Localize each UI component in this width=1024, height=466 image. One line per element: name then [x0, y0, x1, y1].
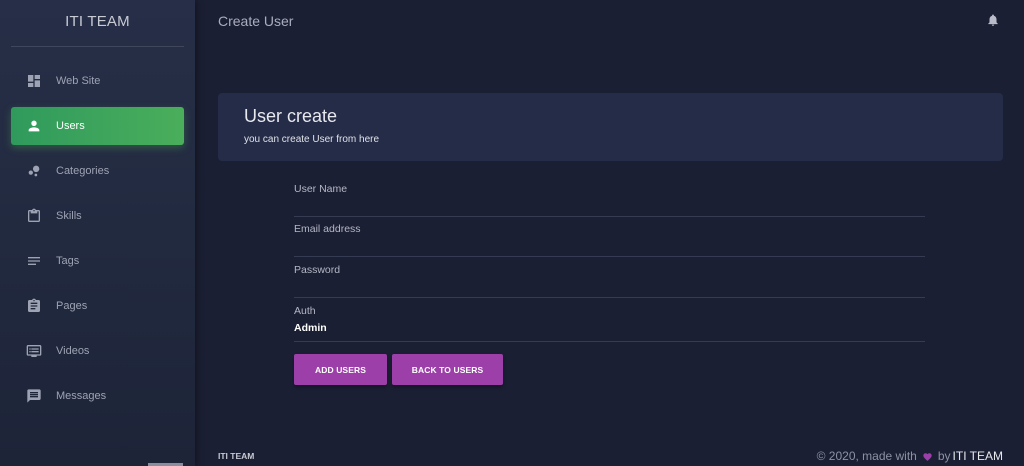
password-field[interactable]: Password [294, 257, 925, 298]
brand-label: ITI TEAM [65, 12, 130, 30]
assignment-icon [26, 298, 42, 314]
notes-icon [26, 253, 42, 269]
sidebar-item-tags[interactable]: Tags [11, 242, 184, 280]
add-users-button[interactable]: ADD USERS [294, 354, 387, 385]
sidebar-item-label: Messages [56, 390, 107, 402]
sidebar-item-pages[interactable]: Pages [11, 287, 184, 325]
sidebar-item-label: Web Site [56, 75, 101, 87]
user-name-label: User Name [294, 183, 348, 195]
sidebar-item-label: Categories [56, 165, 110, 177]
sidebar-item-label: Skills [56, 210, 82, 222]
user-name-field[interactable]: User Name [294, 183, 925, 217]
password-input[interactable] [294, 279, 925, 293]
sidebar-item-categories[interactable]: Categories [11, 152, 184, 190]
footer-copyright-text: © 2020, made with [816, 449, 917, 463]
create-user-form: User Name Email address Password Auth Ad… [294, 183, 925, 385]
sidebar-item-label: Videos [56, 345, 90, 357]
email-input[interactable] [294, 238, 925, 252]
email-label: Email address [294, 223, 361, 235]
brand-logo[interactable]: ITI TEAM [11, 0, 184, 47]
clipboard-icon [26, 208, 42, 224]
card-header: User create you can create User from her… [218, 93, 1003, 161]
sidebar-item-skills[interactable]: Skills [11, 197, 184, 235]
message-icon [26, 388, 42, 404]
sidebar-item-web-site[interactable]: Web Site [11, 62, 184, 100]
auth-select[interactable]: Auth Admin [294, 298, 925, 342]
video-list-icon [26, 343, 42, 359]
password-label: Password [294, 264, 341, 276]
footer-brand[interactable]: ITI TEAM [218, 451, 254, 461]
sidebar-item-label: Tags [56, 255, 80, 267]
card-subtitle: you can create User from here [244, 134, 380, 145]
footer-by-text: by [937, 449, 951, 463]
sidebar: ITI TEAM Web Site Users Categories Skill… [0, 0, 195, 466]
back-to-users-button[interactable]: BACK TO USERS [392, 354, 503, 385]
card-title: User create [244, 106, 338, 126]
dashboard-icon [26, 73, 42, 89]
sidebar-item-videos[interactable]: Videos [11, 332, 184, 370]
sidebar-item-label: Pages [56, 300, 88, 312]
user-name-input[interactable] [294, 198, 925, 212]
auth-label: Auth [294, 305, 316, 317]
notifications-bell-icon[interactable] [986, 13, 1000, 27]
bubble-chart-icon [26, 163, 42, 179]
sidebar-item-messages[interactable]: Messages [11, 377, 184, 415]
sidebar-nav: Web Site Users Categories Skills Tags Pa… [11, 62, 184, 422]
email-field[interactable]: Email address [294, 217, 925, 257]
page-title: Create User [218, 13, 294, 29]
person-icon [26, 118, 42, 134]
footer-team-link[interactable]: ITI TEAM [953, 449, 1003, 463]
heart-icon [922, 451, 933, 461]
sidebar-item-label: Users [56, 120, 85, 132]
form-actions: ADD USERS BACK TO USERS [294, 354, 925, 385]
footer-copyright: © 2020, made with by ITI TEAM [817, 449, 1003, 463]
auth-selected-value[interactable]: Admin [294, 322, 925, 334]
sidebar-item-users[interactable]: Users [11, 107, 184, 145]
